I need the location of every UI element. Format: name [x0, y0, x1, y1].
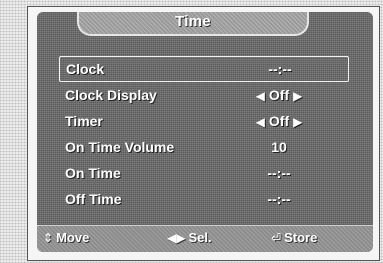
menu-item-label: Clock: [66, 61, 105, 77]
menu-item-off-time[interactable]: Off Time --:--: [59, 186, 349, 212]
enter-icon: ⏎: [271, 231, 282, 245]
menu-item-clock-display[interactable]: Clock Display ◀ Off ▶: [59, 82, 349, 108]
menu-list: Clock --:-- Clock Display ◀ Off ▶ Timer ◀ O…: [59, 56, 349, 212]
menu-title-tab: Time: [77, 12, 309, 36]
menu-item-value: ◀ Off ▶: [229, 82, 329, 109]
up-down-arrow-icon: ⇕: [43, 231, 54, 245]
menu-item-value: --:--: [268, 61, 292, 77]
time-menu-panel: Time Clock --:-- Clock Display ◀ Off ▶ Tim…: [37, 12, 373, 252]
menu-item-value: 10: [271, 139, 287, 155]
left-right-arrow-icon: ◀▶: [167, 231, 186, 245]
store-hint: ⏎ Store: [271, 230, 318, 245]
menu-item-label: On Time Volume: [65, 139, 175, 155]
move-hint: ⇕ Move: [43, 230, 90, 245]
control-hints-bar: ⇕ Move ◀▶ Sel. ⏎ Store: [37, 225, 373, 252]
menu-item-label: Timer: [65, 113, 103, 129]
menu-item-on-time[interactable]: On Time --:--: [59, 160, 349, 186]
right-arrow-icon[interactable]: ▶: [293, 83, 302, 109]
left-arrow-icon[interactable]: ◀: [256, 109, 265, 135]
menu-item-timer[interactable]: Timer ◀ Off ▶: [59, 108, 349, 134]
menu-item-label: Off Time: [65, 191, 122, 207]
menu-item-clock[interactable]: Clock --:--: [59, 56, 349, 82]
menu-title: Time: [175, 13, 211, 30]
menu-item-label: On Time: [65, 165, 121, 181]
select-hint: ◀▶ Sel.: [167, 230, 212, 245]
menu-item-value: --:--: [267, 191, 291, 207]
left-arrow-icon[interactable]: ◀: [256, 83, 265, 109]
menu-item-on-time-volume[interactable]: On Time Volume 10: [59, 134, 349, 160]
menu-item-value: ◀ Off ▶: [229, 108, 329, 135]
screenshot-page: Time Clock --:-- Clock Display ◀ Off ▶ Tim…: [0, 0, 383, 263]
right-arrow-icon[interactable]: ▶: [293, 109, 302, 135]
menu-item-value: --:--: [267, 165, 291, 181]
menu-item-label: Clock Display: [65, 87, 157, 103]
